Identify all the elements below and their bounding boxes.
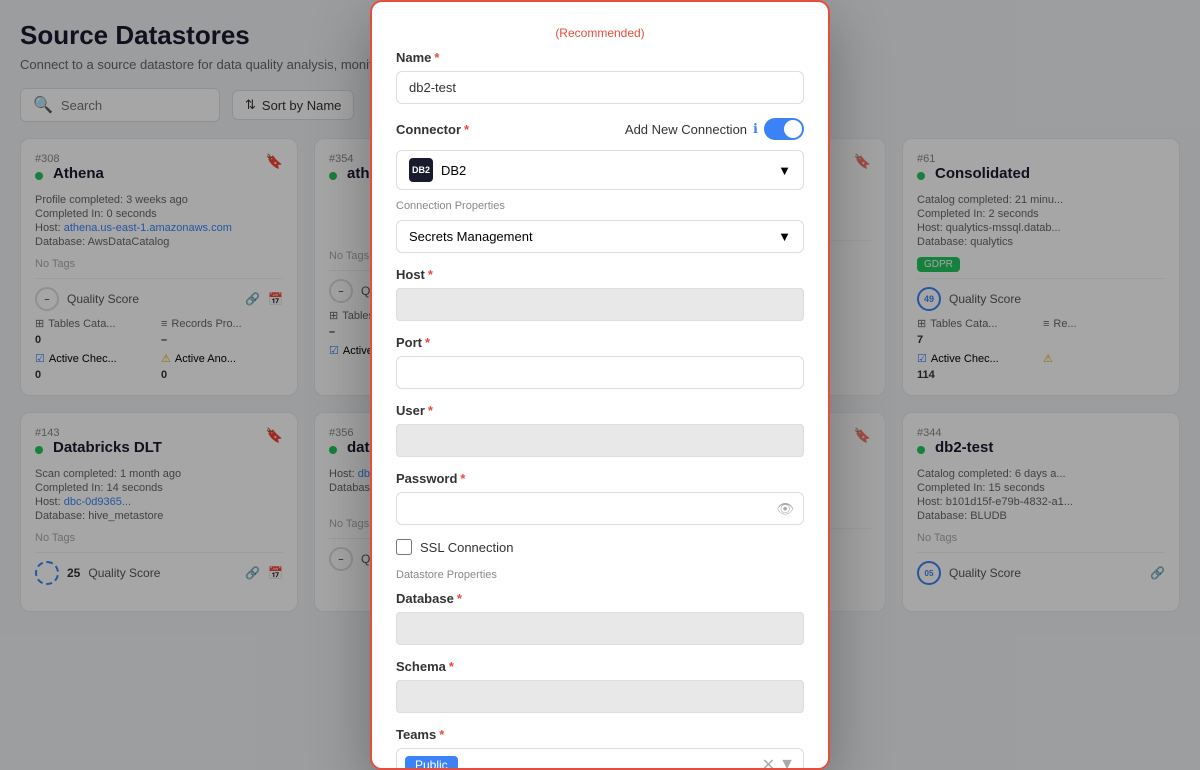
schema-label: Schema* bbox=[396, 659, 804, 674]
user-label: User* bbox=[396, 403, 804, 418]
password-label: Password* bbox=[396, 471, 804, 486]
connector-select[interactable]: DB2 DB2 ▼ bbox=[396, 150, 804, 190]
teams-label: Teams* bbox=[396, 727, 804, 742]
modal: (Recommended) Name * Connector * Add New… bbox=[370, 0, 830, 770]
port-input[interactable] bbox=[396, 356, 804, 389]
teams-input-wrapper[interactable]: Public ✕ ▼ bbox=[396, 748, 804, 770]
add-connection-toggle-row: Add New Connection ℹ bbox=[625, 118, 804, 140]
chevron-down-icon[interactable]: ▼ bbox=[779, 756, 795, 770]
db2-icon: DB2 bbox=[409, 158, 433, 182]
name-label: Name * bbox=[396, 50, 804, 65]
password-input[interactable] bbox=[396, 492, 804, 525]
secrets-select[interactable]: Secrets Management ▼ bbox=[396, 220, 804, 253]
chevron-down-icon: ▼ bbox=[778, 229, 791, 244]
name-input[interactable] bbox=[396, 71, 804, 104]
connector-required: * bbox=[464, 122, 469, 137]
modal-recommended: (Recommended) bbox=[396, 26, 804, 40]
info-icon: ℹ bbox=[753, 121, 758, 137]
ssl-checkbox[interactable] bbox=[396, 539, 412, 555]
connector-value: DB2 bbox=[441, 163, 466, 178]
database-input[interactable] bbox=[396, 612, 804, 645]
eye-icon[interactable]: 👁 bbox=[776, 500, 794, 517]
schema-input[interactable] bbox=[396, 680, 804, 713]
add-connection-toggle[interactable] bbox=[764, 118, 804, 140]
password-field-wrapper: 👁 bbox=[396, 492, 804, 525]
user-input[interactable] bbox=[396, 424, 804, 457]
ssl-label: SSL Connection bbox=[420, 540, 513, 555]
clear-icon[interactable]: ✕ bbox=[762, 755, 775, 770]
public-badge: Public bbox=[405, 756, 458, 770]
host-input[interactable] bbox=[396, 288, 804, 321]
connection-properties-label: Connection Properties bbox=[396, 200, 804, 212]
host-label: Host* bbox=[396, 267, 804, 282]
add-connection-label: Add New Connection bbox=[625, 122, 747, 137]
connector-label: Connector * bbox=[396, 122, 469, 137]
database-label: Database* bbox=[396, 591, 804, 606]
name-required: * bbox=[434, 50, 439, 65]
chevron-down-icon: ▼ bbox=[778, 163, 791, 178]
ssl-row: SSL Connection bbox=[396, 539, 804, 555]
secrets-value: Secrets Management bbox=[409, 229, 533, 244]
datastore-properties-label: Datastore Properties bbox=[396, 569, 804, 581]
port-label: Port* bbox=[396, 335, 804, 350]
modal-overlay: (Recommended) Name * Connector * Add New… bbox=[0, 0, 1200, 770]
connector-row: Connector * Add New Connection ℹ bbox=[396, 118, 804, 140]
